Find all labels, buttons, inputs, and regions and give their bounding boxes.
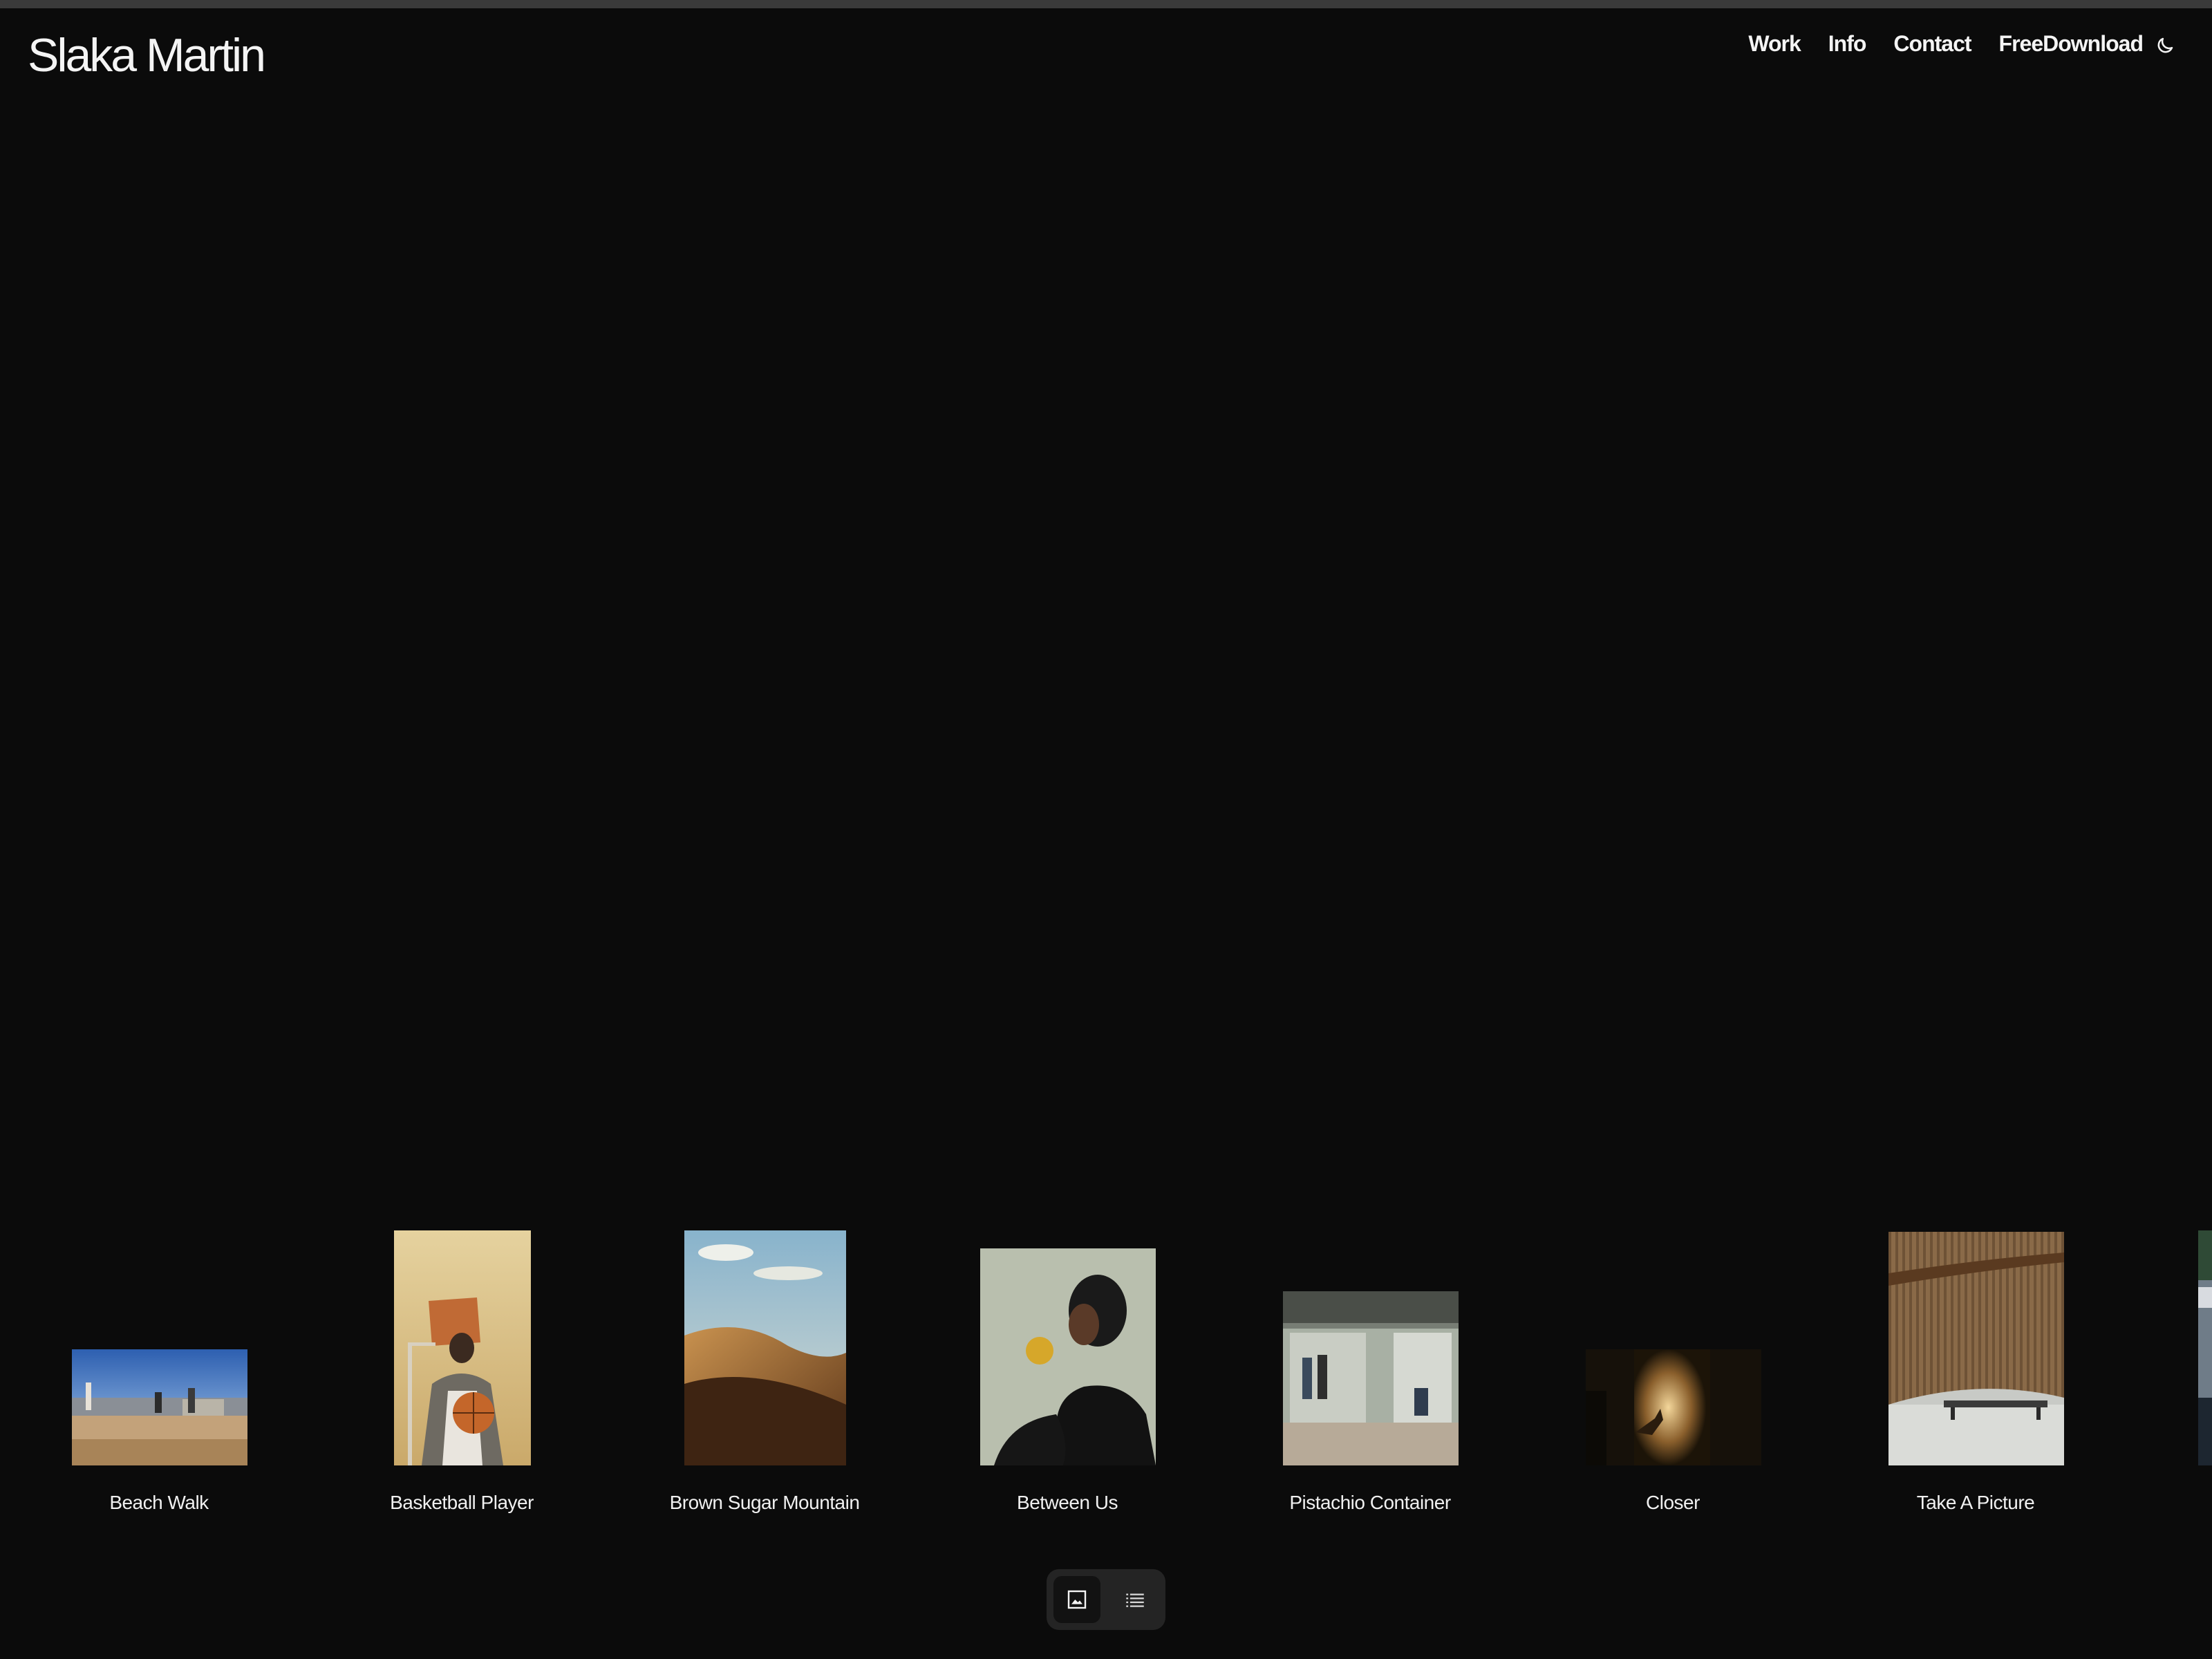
browser-top-strip: [0, 0, 2212, 8]
list-view-button[interactable]: [1112, 1576, 1159, 1623]
theme-toggle-button[interactable]: [2151, 32, 2179, 59]
project-card-take-a-picture[interactable]: Take A Picture: [1824, 1230, 2128, 1521]
main-nav: Work Info Contact FreeDownload: [1721, 28, 2144, 59]
nav-info[interactable]: Info: [1828, 28, 1867, 59]
project-title[interactable]: Brown Sugar Mountain: [612, 1492, 917, 1514]
project-title[interactable]: Beach Walk: [7, 1492, 311, 1514]
project-thumbnail[interactable]: [1586, 1349, 1761, 1465]
project-card-closer[interactable]: Closer: [1521, 1230, 1825, 1521]
site-logo[interactable]: Slaka Martin: [28, 28, 266, 83]
project-thumbnail[interactable]: [1888, 1232, 2064, 1465]
project-strip: Beach Walk Basketball Player Brown Sugar…: [0, 1230, 2212, 1521]
project-thumbnail[interactable]: [980, 1248, 1156, 1465]
project-title[interactable]: Take A Picture: [1824, 1492, 2128, 1514]
view-switch: [1047, 1569, 1165, 1630]
list-icon: [1126, 1593, 1144, 1607]
image-icon: [1067, 1590, 1087, 1609]
project-title[interactable]: Basketball Player: [310, 1492, 614, 1514]
project-title[interactable]: Closer: [1521, 1492, 1825, 1514]
project-thumbnail[interactable]: [684, 1230, 846, 1465]
project-card-between-us[interactable]: Between Us: [915, 1230, 1219, 1521]
project-title[interactable]: Between Us: [915, 1492, 1219, 1514]
moon-icon: [2157, 37, 2173, 53]
project-title[interactable]: Pistachio Container: [1218, 1492, 1522, 1514]
project-card-pistachio-container[interactable]: Pistachio Container: [1218, 1230, 1522, 1521]
project-thumbnail[interactable]: [72, 1349, 247, 1465]
nav-contact[interactable]: Contact: [1893, 28, 1971, 59]
nav-work[interactable]: Work: [1748, 28, 1801, 59]
project-card-partial[interactable]: [2132, 1230, 2212, 1521]
project-thumbnail[interactable]: [2198, 1230, 2212, 1465]
project-thumbnail[interactable]: [394, 1230, 531, 1465]
grid-view-button[interactable]: [1053, 1576, 1100, 1623]
nav-free-download[interactable]: FreeDownload: [1999, 28, 2144, 59]
project-thumbnail[interactable]: [1283, 1291, 1459, 1465]
project-card-brown-sugar-mountain[interactable]: Brown Sugar Mountain: [612, 1230, 917, 1521]
project-card-beach-walk[interactable]: Beach Walk: [7, 1230, 311, 1521]
project-card-basketball-player[interactable]: Basketball Player: [310, 1230, 614, 1521]
